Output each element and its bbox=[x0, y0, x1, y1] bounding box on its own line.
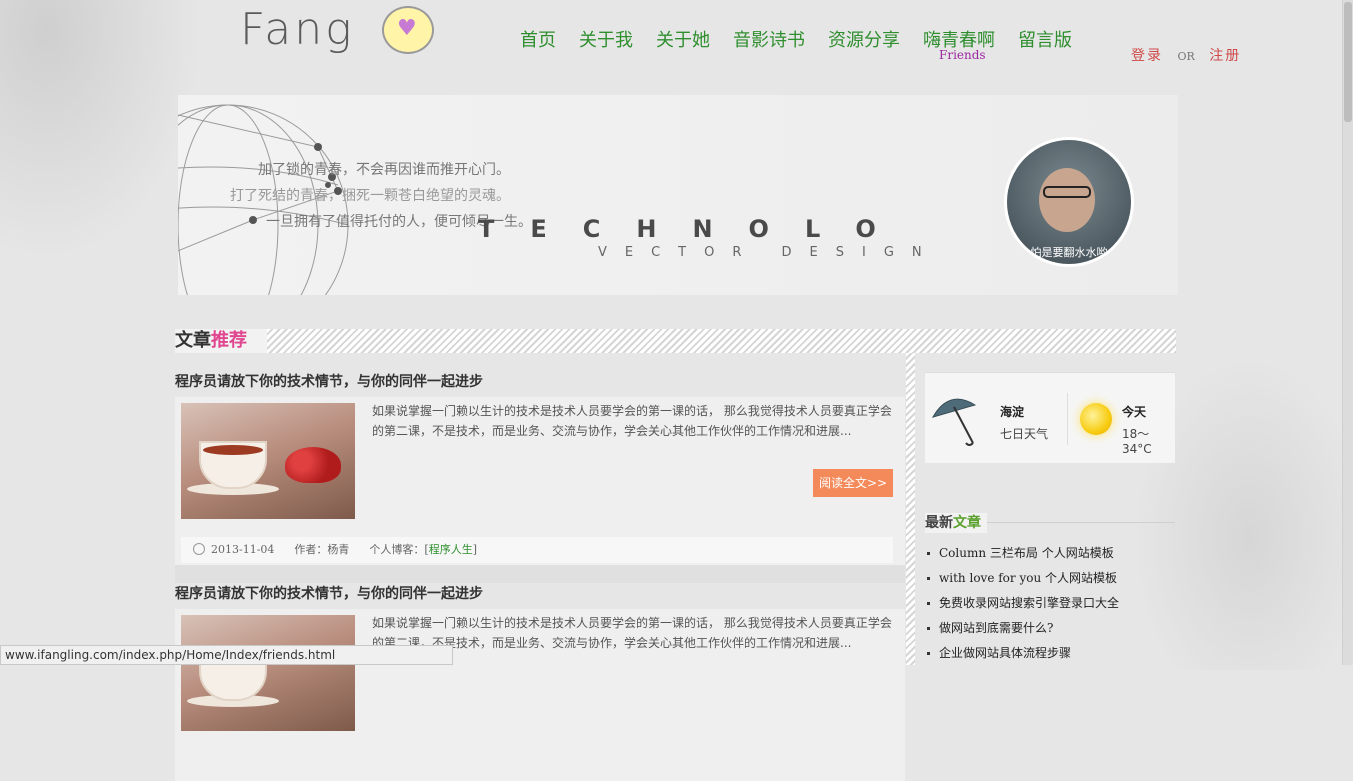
weather-today: 今天 bbox=[1122, 405, 1147, 419]
list-item[interactable]: with love for you 个人网站模板 bbox=[925, 567, 1175, 592]
article-body: 如果说掌握一门赖以生计的技术是技术人员要学会的第一课的话， 那么我觉得技术人员要… bbox=[175, 397, 905, 569]
article-date: 2013-11-04 bbox=[211, 543, 275, 556]
nav-about-me[interactable]: 关于我 bbox=[579, 26, 633, 52]
logo-text: Fang bbox=[240, 4, 355, 55]
weather-subtitle: 七日天气 bbox=[1000, 427, 1049, 441]
auth-or: OR bbox=[1177, 50, 1195, 63]
latest-articles-list: Column 三栏布局 个人网站模板 with love for you 个人网… bbox=[925, 542, 1175, 667]
article-meta: 2013-11-04 作者：杨青 个人博客：[程序人生] bbox=[181, 537, 893, 563]
banner-technology-text: TECHNOLO bbox=[478, 215, 912, 243]
nav-guestbook[interactable]: 留言版 bbox=[1018, 26, 1072, 52]
read-more-button[interactable]: 阅读全文>> bbox=[813, 469, 893, 497]
list-item[interactable]: Column 三栏布局 个人网站模板 bbox=[925, 542, 1175, 567]
weather-temperature: 18～34°C bbox=[1122, 427, 1152, 456]
banner-line-1: 加了锁的青春，不会再因谁而推开心门。 bbox=[258, 162, 510, 178]
nav-about-her[interactable]: 关于她 bbox=[656, 26, 710, 52]
article-thumbnail[interactable] bbox=[181, 403, 355, 519]
section-title: 文章推荐 bbox=[175, 329, 267, 353]
article-author: 作者：杨青 bbox=[294, 543, 350, 556]
article-body: 如果说掌握一门赖以生计的技术是技术人员要学会的第一课的话， 那么我觉得技术人员要… bbox=[175, 609, 905, 781]
weather-city: 海淀 bbox=[1000, 405, 1025, 419]
article-list: 程序员请放下你的技术情节，与你的同伴一起进步 如果说掌握一门赖以生计的技术是技术… bbox=[175, 353, 905, 781]
login-link[interactable]: 登录 bbox=[1131, 48, 1163, 64]
list-item[interactable]: 免费收录网站搜索引擎登录口大全 bbox=[925, 592, 1175, 617]
nav-media[interactable]: 音影诗书 bbox=[733, 26, 805, 52]
clock-icon bbox=[193, 543, 205, 555]
latest-title-b: 文章 bbox=[953, 515, 981, 531]
article-divider bbox=[175, 565, 905, 583]
avatar[interactable]: 怕是要翻水水哟 bbox=[1004, 137, 1134, 267]
article-blog-close: ] bbox=[472, 543, 478, 556]
article-category-link[interactable]: 程序人生 bbox=[429, 543, 473, 556]
nav-friends-sub: Friends bbox=[939, 48, 986, 62]
banner-line-2: 打了死结的青春，捆死一颗苍白绝望的灵魂。 bbox=[230, 188, 510, 204]
article-blog-label: 个人博客：[ bbox=[369, 543, 429, 556]
tea-shape bbox=[203, 445, 263, 455]
avatar-face bbox=[1039, 168, 1095, 232]
main-nav: 首页 关于我 关于她 音影诗书 资源分享 嗨青春啊 Friends 留言版 bbox=[520, 26, 1095, 62]
list-item[interactable]: 企业做网站具体流程步骤 bbox=[925, 642, 1175, 667]
umbrella-icon bbox=[931, 398, 977, 446]
nav-resources[interactable]: 资源分享 bbox=[828, 26, 900, 52]
recommended-articles-header: 文章推荐 bbox=[175, 329, 1176, 353]
banner-vector-text: VECTOR DESIGN bbox=[598, 245, 940, 260]
section-title-b: 推荐 bbox=[211, 330, 247, 351]
list-item[interactable]: 做网站到底需要什么? bbox=[925, 617, 1175, 642]
site-logo[interactable]: Fang ♥ bbox=[240, 0, 440, 66]
avatar-caption: 怕是要翻水水哟 bbox=[1030, 246, 1108, 259]
scrollbar-thumb[interactable] bbox=[1344, 2, 1352, 122]
latest-title: 最新文章 bbox=[925, 513, 987, 533]
article-excerpt: 如果说掌握一门赖以生计的技术是技术人员要学会的第一课的话， 那么我觉得技术人员要… bbox=[372, 404, 892, 438]
nav-friends[interactable]: 嗨青春啊 Friends bbox=[923, 26, 995, 62]
article-title[interactable]: 程序员请放下你的技术情节，与你的同伴一起进步 bbox=[175, 371, 483, 391]
page-scrollbar[interactable] bbox=[1342, 0, 1353, 665]
weather-divider bbox=[1067, 393, 1068, 445]
section-title-a: 文章 bbox=[175, 330, 211, 351]
heart-icon: ♥ bbox=[397, 16, 417, 41]
weather-widget[interactable]: 海淀 七日天气 今天 18～34°C bbox=[925, 372, 1175, 463]
status-bar-url: www.ifangling.com/index.php/Home/Index/f… bbox=[0, 645, 453, 665]
latest-articles-header: 最新文章 bbox=[925, 513, 1175, 533]
strawberries-shape bbox=[285, 447, 341, 483]
nav-home[interactable]: 首页 bbox=[520, 26, 556, 52]
column-separator bbox=[906, 353, 915, 665]
sun-icon bbox=[1080, 403, 1112, 435]
article-thumbnail[interactable] bbox=[181, 615, 355, 731]
article-title[interactable]: 程序员请放下你的技术情节，与你的同伴一起进步 bbox=[175, 583, 483, 603]
hero-banner: 加了锁的青春，不会再因谁而推开心门。 打了死结的青春，捆死一颗苍白绝望的灵魂。 … bbox=[178, 95, 1178, 295]
heart-speech-bubble-icon: ♥ bbox=[382, 6, 434, 54]
avatar-glasses bbox=[1043, 186, 1091, 198]
latest-title-a: 最新 bbox=[925, 515, 953, 531]
register-link[interactable]: 注册 bbox=[1209, 48, 1241, 64]
auth-links: 登录 OR 注册 bbox=[1131, 45, 1241, 65]
